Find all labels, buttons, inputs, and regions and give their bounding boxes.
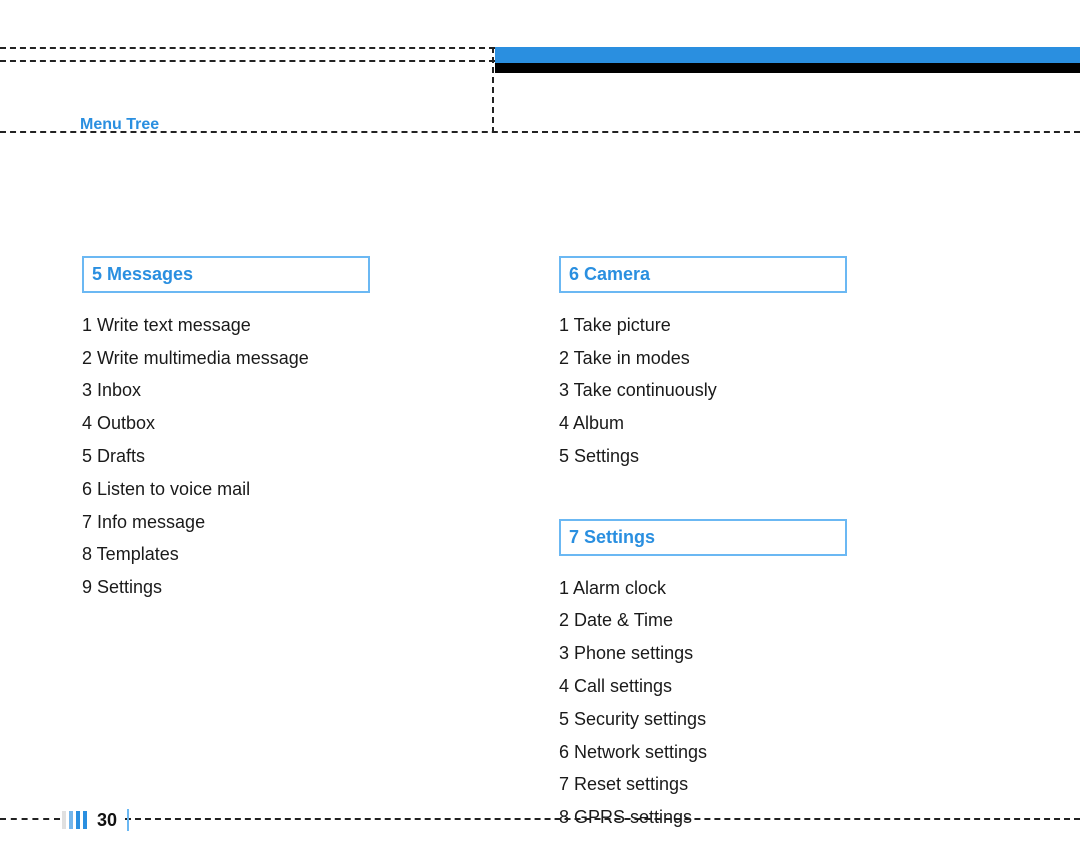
column: 6 Camera 1 Take picture 2 Take in modes 3 T… (559, 256, 1020, 864)
header-accent-bar (495, 47, 1080, 63)
menu-block-title: 6 Camera (559, 256, 847, 293)
page-footer: 30 (62, 806, 129, 835)
dashed-line (0, 47, 495, 49)
vertical-dashed-divider (492, 47, 494, 133)
menu-block-title: 7 Settings (559, 519, 847, 556)
dashed-line-footer (125, 818, 1080, 820)
menu-item: 9 Settings (82, 573, 543, 602)
menu-item: 5 Security settings (559, 705, 1020, 734)
footer-divider (127, 809, 129, 831)
content-columns: 5 Messages 1 Write text message 2 Write mu… (82, 256, 1020, 864)
menu-item: 1 Write text message (82, 311, 543, 340)
menu-item-list: 1 Write text message 2 Write multimedia m… (82, 311, 543, 602)
page: Menu Tree 5 Messages 1 Write text message… (0, 0, 1080, 864)
dashed-line-footer (0, 818, 60, 820)
menu-item: 1 Alarm clock (559, 574, 1020, 603)
column: 5 Messages 1 Write text message 2 Write mu… (82, 256, 543, 864)
menu-item-list: 1 Alarm clock 2 Date & Time 3 Phone settin… (559, 574, 1020, 832)
dashed-line (0, 131, 1080, 133)
menu-item: 1 Take picture (559, 311, 1020, 340)
menu-item: 8 Templates (82, 540, 543, 569)
header-accent-underline (495, 63, 1080, 73)
menu-item: 3 Inbox (82, 376, 543, 405)
menu-block-messages: 5 Messages 1 Write text message 2 Write mu… (82, 256, 543, 602)
dashed-line (0, 60, 495, 62)
menu-item: 3 Phone settings (559, 639, 1020, 668)
menu-item: 2 Write multimedia message (82, 344, 543, 373)
menu-item: 2 Date & Time (559, 606, 1020, 635)
menu-item: 4 Album (559, 409, 1020, 438)
menu-item: 7 Info message (82, 508, 543, 537)
menu-item: 2 Take in modes (559, 344, 1020, 373)
menu-block-title: 5 Messages (82, 256, 370, 293)
menu-block-settings: 7 Settings 1 Alarm clock 2 Date & Time 3 Ph… (559, 519, 1020, 832)
menu-item: 5 Settings (559, 442, 1020, 471)
menu-item: 4 Outbox (82, 409, 543, 438)
menu-item: 6 Network settings (559, 738, 1020, 767)
menu-item: 4 Call settings (559, 672, 1020, 701)
menu-item-list: 1 Take picture 2 Take in modes 3 Take cont… (559, 311, 1020, 471)
footer-ornament-icon (62, 811, 87, 829)
menu-item: 5 Drafts (82, 442, 543, 471)
menu-item: 3 Take continuously (559, 376, 1020, 405)
page-number: 30 (97, 806, 117, 835)
menu-block-camera: 6 Camera 1 Take picture 2 Take in modes 3 T… (559, 256, 1020, 471)
menu-item: 6 Listen to voice mail (82, 475, 543, 504)
section-title: Menu Tree (80, 112, 159, 138)
menu-item: 7 Reset settings (559, 770, 1020, 799)
